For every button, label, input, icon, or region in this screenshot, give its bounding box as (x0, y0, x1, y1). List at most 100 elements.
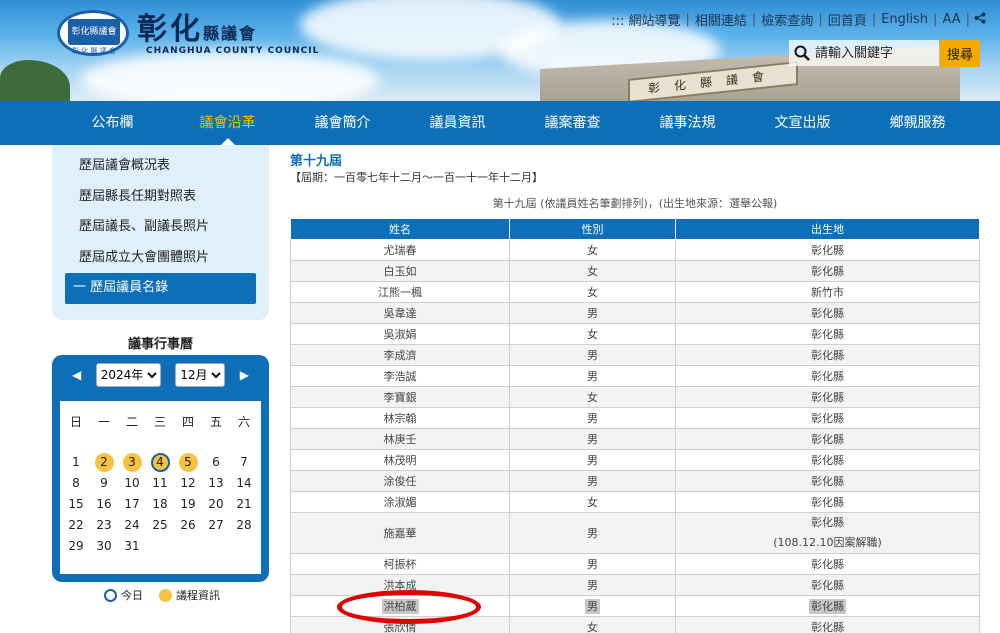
name-text: 林茂明 (383, 454, 417, 467)
calendar-day-cell[interactable]: 8 (62, 473, 90, 494)
nav-history[interactable]: 議會沿革 (170, 101, 285, 145)
nav-bills[interactable]: 議案審查 (515, 101, 630, 145)
calendar-day-cell[interactable]: 25 (146, 515, 174, 536)
search-query-link[interactable]: 檢索查詢 (756, 10, 818, 29)
calendar-day-cell[interactable]: 23 (90, 515, 118, 536)
calendar-day-cell[interactable]: 30 (90, 536, 118, 557)
calendar-day-cell[interactable]: 11 (146, 473, 174, 494)
birthplace-text: 彰化縣 (811, 370, 844, 383)
calendar-day-cell[interactable]: 19 (174, 494, 202, 515)
calendar-day-cell[interactable]: 22 (62, 515, 90, 536)
calendar-day-cell[interactable]: 4 (146, 452, 174, 473)
calendar-day-cell[interactable]: 12 (174, 473, 202, 494)
calendar-day (235, 536, 254, 555)
cell-birthplace: 彰化縣 (675, 491, 980, 513)
english-link[interactable]: English (876, 12, 933, 27)
site-name[interactable]: 彰化縣議會 (137, 4, 257, 48)
calendar-day-cell[interactable]: 29 (62, 536, 90, 557)
nav-publications[interactable]: 文宣出版 (745, 101, 860, 145)
prev-month-icon[interactable]: ◀ (72, 368, 81, 382)
calendar-days: 1 2 3 4 5 6 7 8 9 10 11 12 13 14 15 16 17 18 19 20 21 22 23 24 2… (60, 452, 261, 557)
calendar-day-cell[interactable]: 13 (202, 473, 230, 494)
year-select[interactable]: 2024年 (95, 363, 161, 387)
cell-birthplace: 彰化縣 (675, 470, 980, 492)
sidebar-item-overview[interactable]: 歷屆議會概況表 (52, 151, 269, 182)
calendar-day-cell[interactable]: 28 (230, 515, 258, 536)
home-link[interactable]: 回首頁 (823, 10, 872, 29)
sidebar-item-councilor-list[interactable]: 一 歷屆議員名錄 (65, 273, 256, 304)
calendar-day: 3 (122, 453, 142, 472)
calendar-day-cell[interactable]: 31 (118, 536, 146, 557)
gender-text: 女 (587, 621, 598, 633)
name-text: 尤瑞春 (383, 244, 417, 257)
birthplace-text: 彰化縣 (811, 412, 844, 425)
cell-birthplace: 彰化縣 (108.12.10因案解職) (675, 512, 980, 554)
gender-text: 女 (587, 244, 598, 257)
birthplace-text: 彰化縣 (811, 265, 844, 278)
gender-text: 男 (587, 475, 598, 488)
related-links-link[interactable]: 相關連結 (690, 10, 752, 29)
calendar-day-cell[interactable]: 6 (202, 452, 230, 473)
search-button[interactable]: 搜尋 (940, 40, 980, 67)
name-text: 李寶銀 (383, 391, 417, 404)
cell-gender: 男 (509, 595, 676, 617)
cell-name: 林宗翰 (290, 407, 510, 429)
sidebar-item-magistrate-terms[interactable]: 歷屆縣長任期對照表 (52, 182, 269, 213)
calendar-day-cell[interactable]: 26 (174, 515, 202, 536)
calendar-day-cell[interactable]: 18 (146, 494, 174, 515)
nav-services[interactable]: 鄉親服務 (860, 101, 975, 145)
gender-text: 男 (585, 599, 600, 614)
name-text: 張欣倩 (383, 621, 417, 633)
nav-bulletin[interactable]: 公布欄 (55, 101, 170, 145)
cell-name: 李寶銀 (290, 386, 510, 408)
next-month-icon[interactable]: ▶ (240, 368, 249, 382)
calendar-legend: 今日 議程資訊 (104, 587, 220, 603)
font-size-link[interactable]: AA (937, 12, 965, 27)
calendar-week: 123456 7 (62, 452, 261, 473)
cell-name: 涂淑媚 (290, 491, 510, 513)
calendar-day-cell[interactable]: 10 (118, 473, 146, 494)
calendar-day-cell[interactable]: 27 (202, 515, 230, 536)
header-banner: 彰化縣議會 彰化縣議會 彰 化 縣 議 會 彰化縣議會 CHANGHUA COU… (0, 0, 1000, 101)
calendar-day-cell[interactable]: 20 (202, 494, 230, 515)
cell-birthplace: 彰化縣 (675, 239, 980, 261)
calendar-day: 23 (96, 518, 112, 532)
share-icon[interactable] (974, 12, 986, 28)
site-name-en: CHANGHUA COUNTY COUNCIL (146, 46, 320, 56)
council-logo[interactable]: 彰化縣議會 彰 化 縣 議 會 (57, 10, 129, 56)
table-body: 尤瑞春女彰化縣 白玉如女彰化縣 江熊一楓女新竹市 吳韋達男彰化縣 吳淑娟女彰化縣 李成濟男… (290, 239, 980, 633)
calendar-day-cell[interactable]: 14 (230, 473, 258, 494)
calendar-day-cell[interactable]: 21 (230, 494, 258, 515)
calendar-day-cell[interactable]: 16 (90, 494, 118, 515)
birthplace-text: 彰化縣 (811, 244, 844, 257)
calendar-day-cell[interactable]: 7 (230, 452, 258, 473)
search-input[interactable] (815, 45, 935, 61)
calendar-day-cell[interactable]: 24 (118, 515, 146, 536)
calendar-day (179, 536, 198, 555)
calendar-week: 29 30 31 (62, 536, 261, 557)
calendar-day-cell[interactable]: 5 (174, 452, 202, 473)
sitemap-link[interactable]: ::: 網站導覽 (606, 10, 685, 29)
gender-text: 女 (587, 328, 598, 341)
calendar-day: 19 (180, 497, 196, 511)
calendar-day: 21 (236, 497, 252, 511)
nav-regulations[interactable]: 議事法規 (630, 101, 745, 145)
calendar-day-cell[interactable]: 1 (62, 452, 90, 473)
cell-gender: 女 (509, 386, 676, 408)
calendar-day-cell[interactable]: 15 (62, 494, 90, 515)
nav-councilors[interactable]: 議員資訊 (400, 101, 515, 145)
nav-intro[interactable]: 議會簡介 (285, 101, 400, 145)
calendar-day-cell[interactable]: 2 (90, 452, 118, 473)
month-select[interactable]: 12月 (175, 363, 226, 387)
cell-gender: 男 (509, 428, 676, 450)
sidebar-item-group-photos[interactable]: 歷屆成立大會團體照片 (52, 243, 269, 274)
table-row: 涂俊任 男 彰化縣 (290, 470, 980, 492)
table-row: 吳韋達 男 彰化縣 (290, 302, 980, 324)
calendar-day-cell[interactable]: 17 (118, 494, 146, 515)
sidebar-item-speaker-photos[interactable]: 歷屆議長、副議長照片 (52, 212, 269, 243)
calendar-day-cell[interactable]: 3 (118, 452, 146, 473)
calendar-controls: ◀ 2024年 12月 ▶ (52, 355, 269, 395)
cell-gender: 男 (509, 344, 676, 366)
cell-name: 李成濟 (290, 344, 510, 366)
calendar-day-cell[interactable]: 9 (90, 473, 118, 494)
